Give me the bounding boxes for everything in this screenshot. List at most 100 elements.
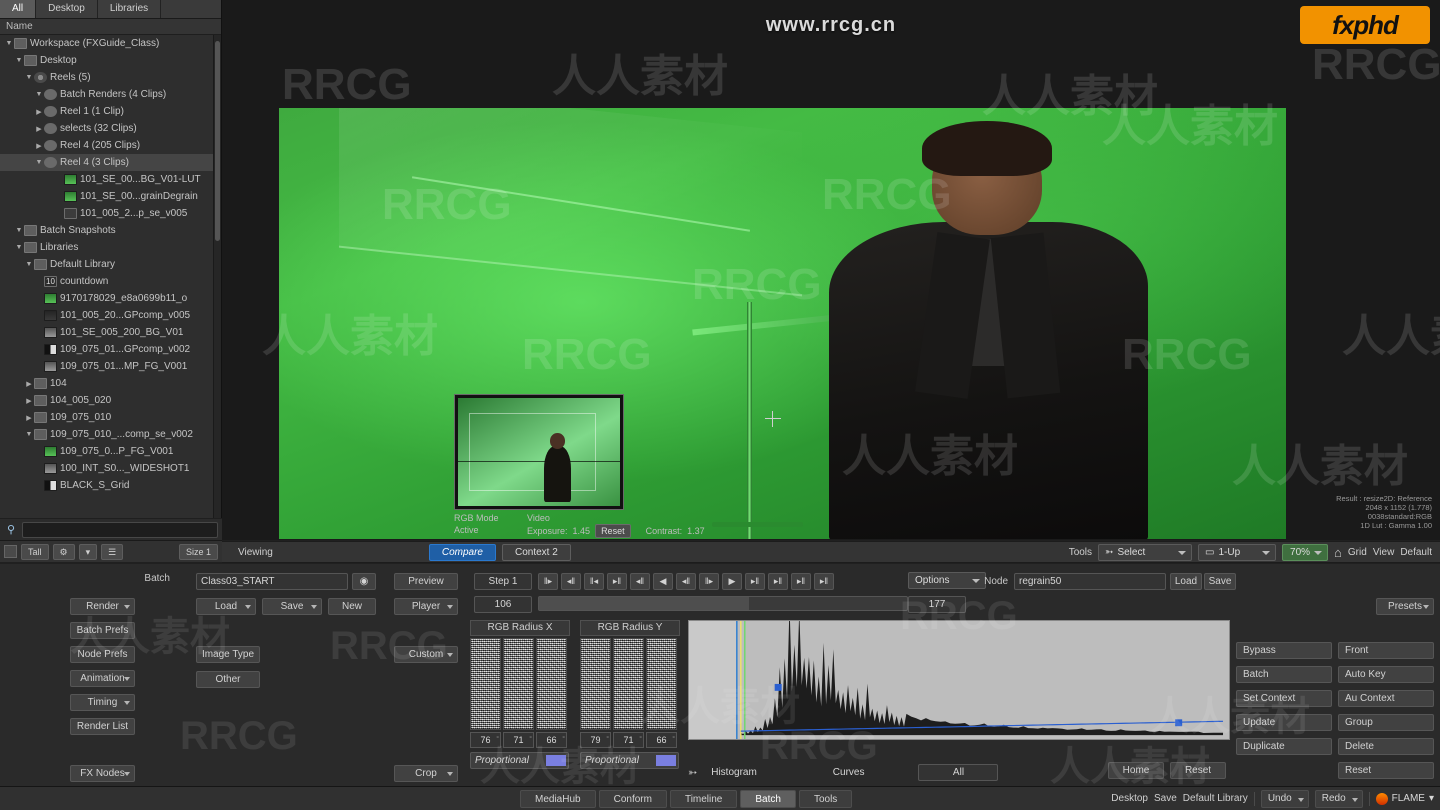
- rgb-radius-x-mode[interactable]: Proportional: [470, 752, 569, 769]
- render-button[interactable]: Render: [70, 598, 135, 615]
- transport-controls[interactable]: ‖▸ ◂‖ ‖◂ ▸‖ ◂‖ ◀ ◂‖ ‖▸ ▶ ▸‖ ▸‖ ▸‖ ▸‖: [538, 573, 834, 590]
- tree-row[interactable]: ▼ Desktop: [0, 52, 213, 69]
- render-list-button[interactable]: Render List: [70, 718, 135, 735]
- module-tab-conform[interactable]: Conform: [598, 789, 667, 808]
- transport-jump-end-button[interactable]: ▸‖: [791, 573, 811, 590]
- transport-pause-button[interactable]: ▸‖: [814, 573, 834, 590]
- list-icon[interactable]: ☰: [101, 543, 124, 560]
- tree-row[interactable]: ▼ Workspace (FXGuide_Class): [0, 35, 213, 52]
- image-viewer[interactable]: www.rrcg.cn fxphd RGB Mode Active Video …: [222, 0, 1440, 540]
- radius-x-r[interactable]: 76 °: [470, 732, 501, 748]
- node-front-button[interactable]: Front: [1338, 642, 1434, 659]
- node-save-button[interactable]: Save: [1204, 573, 1236, 590]
- end-frame-field[interactable]: 177: [908, 596, 966, 613]
- rgb-radius-y-mode[interactable]: Proportional: [580, 752, 679, 769]
- transport-reverse-play-button[interactable]: ◀: [653, 573, 673, 590]
- home-icon[interactable]: ⌂: [1334, 545, 1342, 560]
- batch-name-field[interactable]: Class03_START: [196, 573, 348, 590]
- load-button[interactable]: Load: [196, 598, 256, 615]
- tree-row[interactable]: 109_075_01...GPcomp_v002: [0, 341, 213, 358]
- chevron-down-icon[interactable]: ▾: [78, 543, 98, 560]
- search-input[interactable]: [22, 521, 218, 538]
- radius-y-b[interactable]: 66 °: [646, 732, 677, 748]
- transport-forward-button[interactable]: ▸‖: [745, 573, 765, 590]
- twisty-down-icon[interactable]: ▼: [24, 74, 34, 81]
- histogram-chart[interactable]: [688, 620, 1230, 740]
- transport-to-end-button[interactable]: ▸‖: [768, 573, 788, 590]
- context-button[interactable]: Context 2: [501, 543, 571, 561]
- timeline-slider[interactable]: [538, 596, 908, 611]
- library-scrollbar-thumb[interactable]: [215, 41, 220, 241]
- view-mode-button[interactable]: Tall: [21, 543, 49, 560]
- tree-row[interactable]: 101_SE_005_200_BG_V01: [0, 324, 213, 341]
- compare-button[interactable]: Compare: [428, 543, 496, 561]
- twisty-down-icon[interactable]: ▼: [14, 227, 24, 234]
- fx-nodes-button[interactable]: FX Nodes: [70, 765, 135, 782]
- node-name-field[interactable]: regrain50: [1014, 573, 1166, 590]
- redo-dropdown[interactable]: Redo: [1314, 789, 1363, 808]
- node-load-button[interactable]: Load: [1170, 573, 1202, 590]
- curves-tab[interactable]: Curves: [833, 767, 865, 778]
- radius-x-g[interactable]: 71 °: [503, 732, 534, 748]
- tree-row[interactable]: ▼ Reel 4 (3 Clips): [0, 154, 213, 171]
- node-duplicate-button[interactable]: Duplicate: [1236, 738, 1332, 755]
- twisty-right-icon[interactable]: ▶: [24, 414, 34, 422]
- animation-button[interactable]: Animation: [70, 670, 135, 687]
- search-icon[interactable]: ⚲: [4, 523, 18, 536]
- gear-icon[interactable]: ⚙: [52, 543, 75, 560]
- module-tab-batch[interactable]: Batch: [740, 789, 796, 808]
- library-label[interactable]: Default Library: [1183, 793, 1248, 804]
- library-scrollbar[interactable]: [213, 35, 221, 540]
- node-set-context-button[interactable]: Set Context: [1236, 690, 1332, 707]
- grid-label[interactable]: Grid: [1348, 547, 1367, 558]
- current-frame-field[interactable]: 106: [474, 596, 532, 613]
- tree-row[interactable]: 101_SE_00...BG_V01-LUT: [0, 171, 213, 188]
- layout-dropdown[interactable]: ▭ 1-Up: [1198, 543, 1277, 561]
- tree-row[interactable]: 10 countdown: [0, 273, 213, 290]
- node-delete-button[interactable]: Delete: [1338, 738, 1434, 755]
- transport-step-back-button[interactable]: ◂‖: [630, 573, 650, 590]
- transport-step-back-keyframe-button[interactable]: ◂‖: [561, 573, 581, 590]
- twisty-down-icon[interactable]: ▼: [34, 159, 44, 166]
- module-tabs[interactable]: MediaHub Conform Timeline Batch Tools: [520, 789, 853, 808]
- histogram-home-button[interactable]: Home: [1108, 762, 1164, 779]
- zoom-dropdown[interactable]: 70%: [1282, 543, 1329, 561]
- tree-row[interactable]: ▶ 109_075_010: [0, 409, 213, 426]
- crop-button[interactable]: Crop: [394, 765, 458, 782]
- desktop-label[interactable]: Desktop: [1111, 793, 1148, 804]
- tree-row[interactable]: 101_005_2...p_se_v005: [0, 205, 213, 222]
- twisty-right-icon[interactable]: ▶: [24, 397, 34, 405]
- image-type-value[interactable]: Other: [196, 671, 260, 688]
- tree-row[interactable]: ▼ 109_075_010_...comp_se_v002: [0, 426, 213, 443]
- timing-button[interactable]: Timing: [70, 694, 135, 711]
- save-label[interactable]: Save: [1154, 793, 1177, 804]
- twisty-right-icon[interactable]: ▶: [34, 108, 44, 116]
- transport-prev-keyframe-button[interactable]: ‖◂: [584, 573, 604, 590]
- histogram-reset-button[interactable]: Reset: [1170, 762, 1226, 779]
- tree-row[interactable]: 101_005_20...GPcomp_v005: [0, 307, 213, 324]
- node-batch-button[interactable]: Batch: [1236, 666, 1332, 683]
- player-button[interactable]: Player: [394, 598, 458, 615]
- transport-frame-back-button[interactable]: ◂‖: [676, 573, 696, 590]
- node-prefs-button[interactable]: Node Prefs: [70, 646, 135, 663]
- tree-row[interactable]: ▶ 104: [0, 375, 213, 392]
- node-au-context-button[interactable]: Au Context: [1338, 690, 1434, 707]
- transport-play-to-start-button[interactable]: ‖▸: [538, 573, 558, 590]
- new-button[interactable]: New: [328, 598, 376, 615]
- twisty-down-icon[interactable]: ▼: [34, 91, 44, 98]
- histogram-tab[interactable]: Histogram: [711, 767, 757, 778]
- tree-row[interactable]: ▼ Default Library: [0, 256, 213, 273]
- chevron-down-icon[interactable]: ▾: [1429, 793, 1434, 804]
- tree-row[interactable]: ▼ Batch Snapshots: [0, 222, 213, 239]
- radius-x-b[interactable]: 66 °: [536, 732, 567, 748]
- module-tab-timeline[interactable]: Timeline: [669, 789, 738, 808]
- select-tool-dropdown[interactable]: ➳ Select: [1098, 543, 1193, 561]
- node-bypass-button[interactable]: Bypass: [1236, 642, 1332, 659]
- twisty-down-icon[interactable]: ▼: [14, 244, 24, 251]
- tab-desktop[interactable]: Desktop: [36, 0, 98, 18]
- tree-row[interactable]: ▶ Reel 1 (1 Clip): [0, 103, 213, 120]
- node-reset-button[interactable]: Reset: [1338, 762, 1434, 779]
- presets-button[interactable]: Presets: [1376, 598, 1434, 615]
- module-tab-mediahub[interactable]: MediaHub: [520, 789, 596, 808]
- radius-y-g[interactable]: 71 °: [613, 732, 644, 748]
